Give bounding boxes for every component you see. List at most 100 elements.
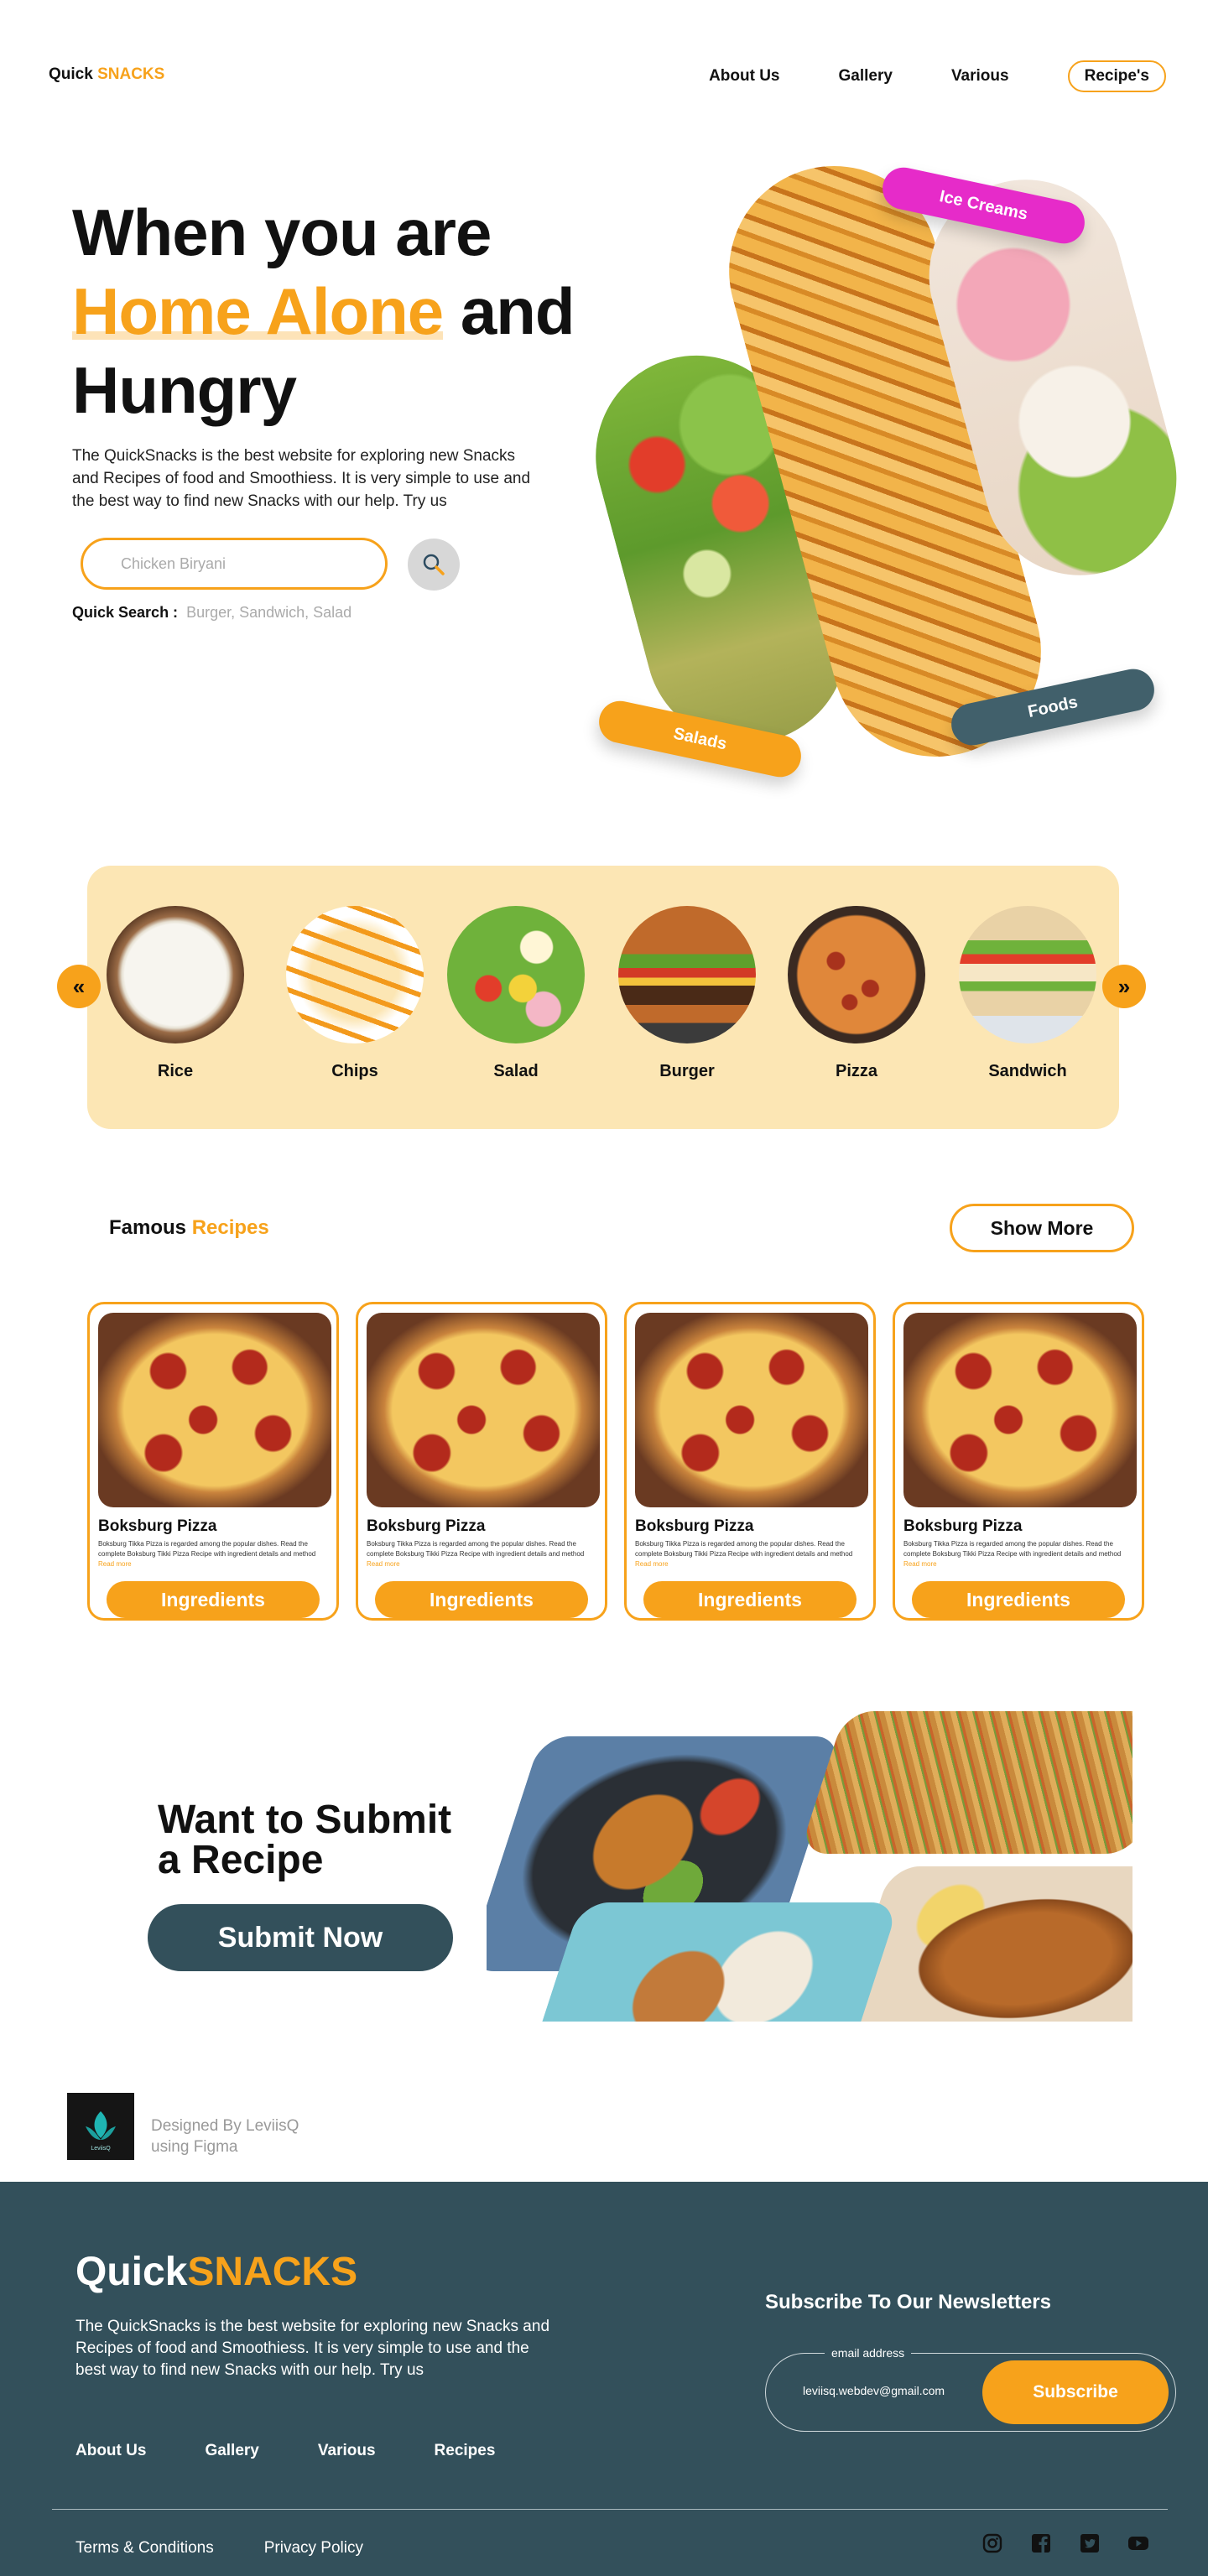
category-label: Rice bbox=[157, 1062, 194, 1080]
recipe-description: Boksburg Tikka Pizza is regarded among t… bbox=[635, 1540, 853, 1568]
social-icons bbox=[982, 2532, 1149, 2554]
category-sandwich[interactable]: Sandwich bbox=[956, 906, 1099, 1081]
pizza-image bbox=[788, 906, 925, 1043]
category-pizza[interactable]: Pizza bbox=[785, 906, 928, 1081]
hero-heading: When you are Home Alone and Hungry bbox=[72, 193, 575, 429]
recipe-card: Boksburg Pizza Boksburg Tikka Pizza is r… bbox=[356, 1302, 607, 1621]
footer-logo-quick: Quick bbox=[76, 2250, 188, 2294]
designer-logo: LeviisQ bbox=[67, 2093, 134, 2160]
category-burger[interactable]: Burger bbox=[616, 906, 758, 1081]
recipe-name: Boksburg Pizza bbox=[98, 1517, 217, 1535]
hero-and: and bbox=[443, 274, 575, 348]
famous-recipes-heading: Famous Recipes bbox=[109, 1216, 269, 1240]
email-field[interactable] bbox=[803, 2384, 1013, 2397]
category-label: Salad bbox=[493, 1062, 539, 1080]
footer-divider bbox=[52, 2509, 1168, 2510]
submit-line2: a Recipe bbox=[158, 1838, 324, 1882]
newsletter-title: Subscribe To Our Newsletters bbox=[765, 2291, 1051, 2313]
category-salad[interactable]: Salad bbox=[445, 906, 587, 1081]
show-more-button[interactable]: Show More bbox=[950, 1204, 1134, 1252]
footer-link-various[interactable]: Various bbox=[318, 2442, 376, 2460]
category-next-button[interactable]: » bbox=[1102, 965, 1146, 1008]
chicken-salad-image bbox=[526, 1902, 900, 2022]
site-logo[interactable]: Quick SNACKS bbox=[49, 65, 164, 84]
chips-image bbox=[286, 906, 424, 1043]
recipe-description: Boksburg Tikka Pizza is regarded among t… bbox=[903, 1540, 1122, 1568]
category-chips[interactable]: Chips bbox=[284, 906, 426, 1081]
nav-about-us[interactable]: About Us bbox=[709, 67, 779, 86]
ingredients-button[interactable]: Ingredients bbox=[643, 1581, 857, 1618]
submit-line1: Want to Submit bbox=[158, 1798, 452, 1842]
hero-highlight: Home Alone bbox=[72, 274, 444, 348]
read-more-link[interactable]: Read more bbox=[98, 1560, 132, 1568]
nav-various[interactable]: Various bbox=[951, 67, 1009, 86]
submit-heading: Want to Submit a Recipe bbox=[158, 1800, 451, 1881]
footer-link-about[interactable]: About Us bbox=[76, 2442, 146, 2460]
pizza-photo bbox=[903, 1313, 1137, 1507]
pizza-photo bbox=[98, 1313, 331, 1507]
footer-logo[interactable]: QuickSNACKS bbox=[76, 2249, 357, 2295]
footer-link-gallery[interactable]: Gallery bbox=[205, 2442, 258, 2460]
recipe-card: Boksburg Pizza Boksburg Tikka Pizza is r… bbox=[893, 1302, 1144, 1621]
noodles-image bbox=[799, 1711, 1132, 1854]
ingredients-button[interactable]: Ingredients bbox=[375, 1581, 588, 1618]
site-footer: QuickSNACKS The QuickSnacks is the best … bbox=[0, 2182, 1208, 2576]
recipe-card: Boksburg Pizza Boksburg Tikka Pizza is r… bbox=[624, 1302, 876, 1621]
hero-line3: Hungry bbox=[72, 353, 297, 427]
footer-logo-snacks: SNACKS bbox=[187, 2250, 358, 2294]
main-nav: About Us Gallery Various Recipe's bbox=[709, 60, 1166, 92]
subscribe-button[interactable]: Subscribe bbox=[982, 2360, 1169, 2424]
twitter-icon[interactable] bbox=[1079, 2532, 1101, 2554]
famous-title: Famous bbox=[109, 1216, 187, 1239]
instagram-icon[interactable] bbox=[982, 2532, 1003, 2554]
footer-links: About Us Gallery Various Recipes bbox=[76, 2442, 495, 2460]
recipe-description: Boksburg Tikka Pizza is regarded among t… bbox=[367, 1540, 585, 1568]
facebook-icon[interactable] bbox=[1030, 2532, 1052, 2554]
category-rice[interactable]: Rice bbox=[104, 906, 247, 1081]
recipe-name: Boksburg Pizza bbox=[635, 1517, 754, 1535]
footer-description: The QuickSnacks is the best website for … bbox=[76, 2318, 550, 2379]
rice-image bbox=[107, 906, 244, 1043]
submit-now-button[interactable]: Submit Now bbox=[148, 1904, 453, 1971]
recipe-name: Boksburg Pizza bbox=[367, 1517, 486, 1535]
footer-legal: Terms & Conditions Privacy Policy bbox=[76, 2539, 363, 2558]
ingredients-button[interactable]: Ingredients bbox=[107, 1581, 320, 1618]
salad-image bbox=[447, 906, 585, 1043]
svg-text:LeviisQ: LeviisQ bbox=[91, 2146, 111, 2152]
email-label: email address bbox=[825, 2346, 912, 2360]
ingredients-button[interactable]: Ingredients bbox=[912, 1581, 1125, 1618]
read-more-link[interactable]: Read more bbox=[367, 1560, 400, 1568]
logo-quick: Quick bbox=[49, 65, 93, 83]
read-more-link[interactable]: Read more bbox=[903, 1560, 937, 1568]
lotus-logo-icon: LeviisQ bbox=[67, 2093, 134, 2160]
burger-image bbox=[618, 906, 756, 1043]
newsletter-form: email address Subscribe bbox=[765, 2346, 1176, 2432]
read-more-link[interactable]: Read more bbox=[635, 1560, 669, 1568]
category-label: Chips bbox=[331, 1062, 378, 1080]
nav-gallery[interactable]: Gallery bbox=[839, 67, 893, 86]
search-icon bbox=[423, 554, 445, 575]
terms-link[interactable]: Terms & Conditions bbox=[76, 2539, 214, 2558]
youtube-icon[interactable] bbox=[1127, 2532, 1149, 2554]
hero-line1: When you are bbox=[72, 195, 492, 269]
privacy-link[interactable]: Privacy Policy bbox=[264, 2539, 363, 2558]
hero-description: The QuickSnacks is the best website for … bbox=[72, 447, 531, 510]
food-collage bbox=[487, 1711, 1132, 2022]
double-chevron-right-icon: » bbox=[1117, 973, 1131, 999]
nav-recipes-button[interactable]: Recipe's bbox=[1067, 60, 1166, 92]
pizza-photo bbox=[635, 1313, 868, 1507]
pizza-photo bbox=[367, 1313, 600, 1507]
famous-highlight: Recipes bbox=[191, 1216, 269, 1239]
category-label: Burger bbox=[659, 1062, 715, 1080]
category-prev-button[interactable]: « bbox=[57, 965, 101, 1008]
recipe-description: Boksburg Tikka Pizza is regarded among t… bbox=[98, 1540, 316, 1568]
search-button[interactable] bbox=[408, 539, 460, 591]
quick-search-tags[interactable]: Burger, Sandwich, Salad bbox=[186, 604, 351, 621]
search-input[interactable] bbox=[81, 538, 388, 590]
recipe-name: Boksburg Pizza bbox=[903, 1517, 1023, 1535]
quick-search: Quick Search : Burger, Sandwich, Salad bbox=[72, 604, 351, 622]
double-chevron-left-icon: « bbox=[72, 973, 86, 999]
quick-search-label: Quick Search : bbox=[72, 604, 179, 621]
sandwich-image bbox=[959, 906, 1096, 1043]
footer-link-recipes[interactable]: Recipes bbox=[435, 2442, 496, 2460]
